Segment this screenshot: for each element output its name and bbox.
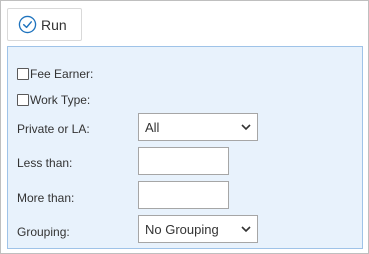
more-than-input[interactable]	[138, 181, 229, 209]
run-button[interactable]: Run	[7, 8, 82, 41]
grouping-select[interactable]: No Grouping	[138, 215, 258, 243]
work-type-checkbox[interactable]	[17, 94, 29, 106]
fee-earner-row: Fee Earner:	[17, 67, 93, 81]
private-or-la-label: Private or LA:	[17, 122, 90, 136]
report-window: Run Fee Earner: Work Type: Private or LA…	[0, 0, 369, 254]
fee-earner-label: Fee Earner:	[30, 67, 94, 81]
run-button-label: Run	[41, 16, 67, 33]
check-circle-icon	[18, 15, 37, 34]
grouping-label: Grouping:	[17, 225, 70, 239]
fee-earner-checkbox[interactable]	[17, 68, 29, 80]
work-type-row: Work Type:	[17, 93, 90, 107]
chevron-down-icon	[241, 226, 251, 233]
filter-panel: Fee Earner: Work Type: Private or LA: Al…	[7, 46, 363, 249]
work-type-label: Work Type:	[30, 93, 91, 107]
private-or-la-value: All	[145, 119, 160, 135]
private-or-la-select[interactable]: All	[138, 113, 258, 141]
chevron-down-icon	[241, 124, 251, 131]
less-than-input[interactable]	[138, 147, 229, 175]
more-than-label: More than:	[17, 191, 75, 205]
grouping-value: No Grouping	[145, 221, 219, 237]
less-than-label: Less than:	[17, 156, 73, 170]
